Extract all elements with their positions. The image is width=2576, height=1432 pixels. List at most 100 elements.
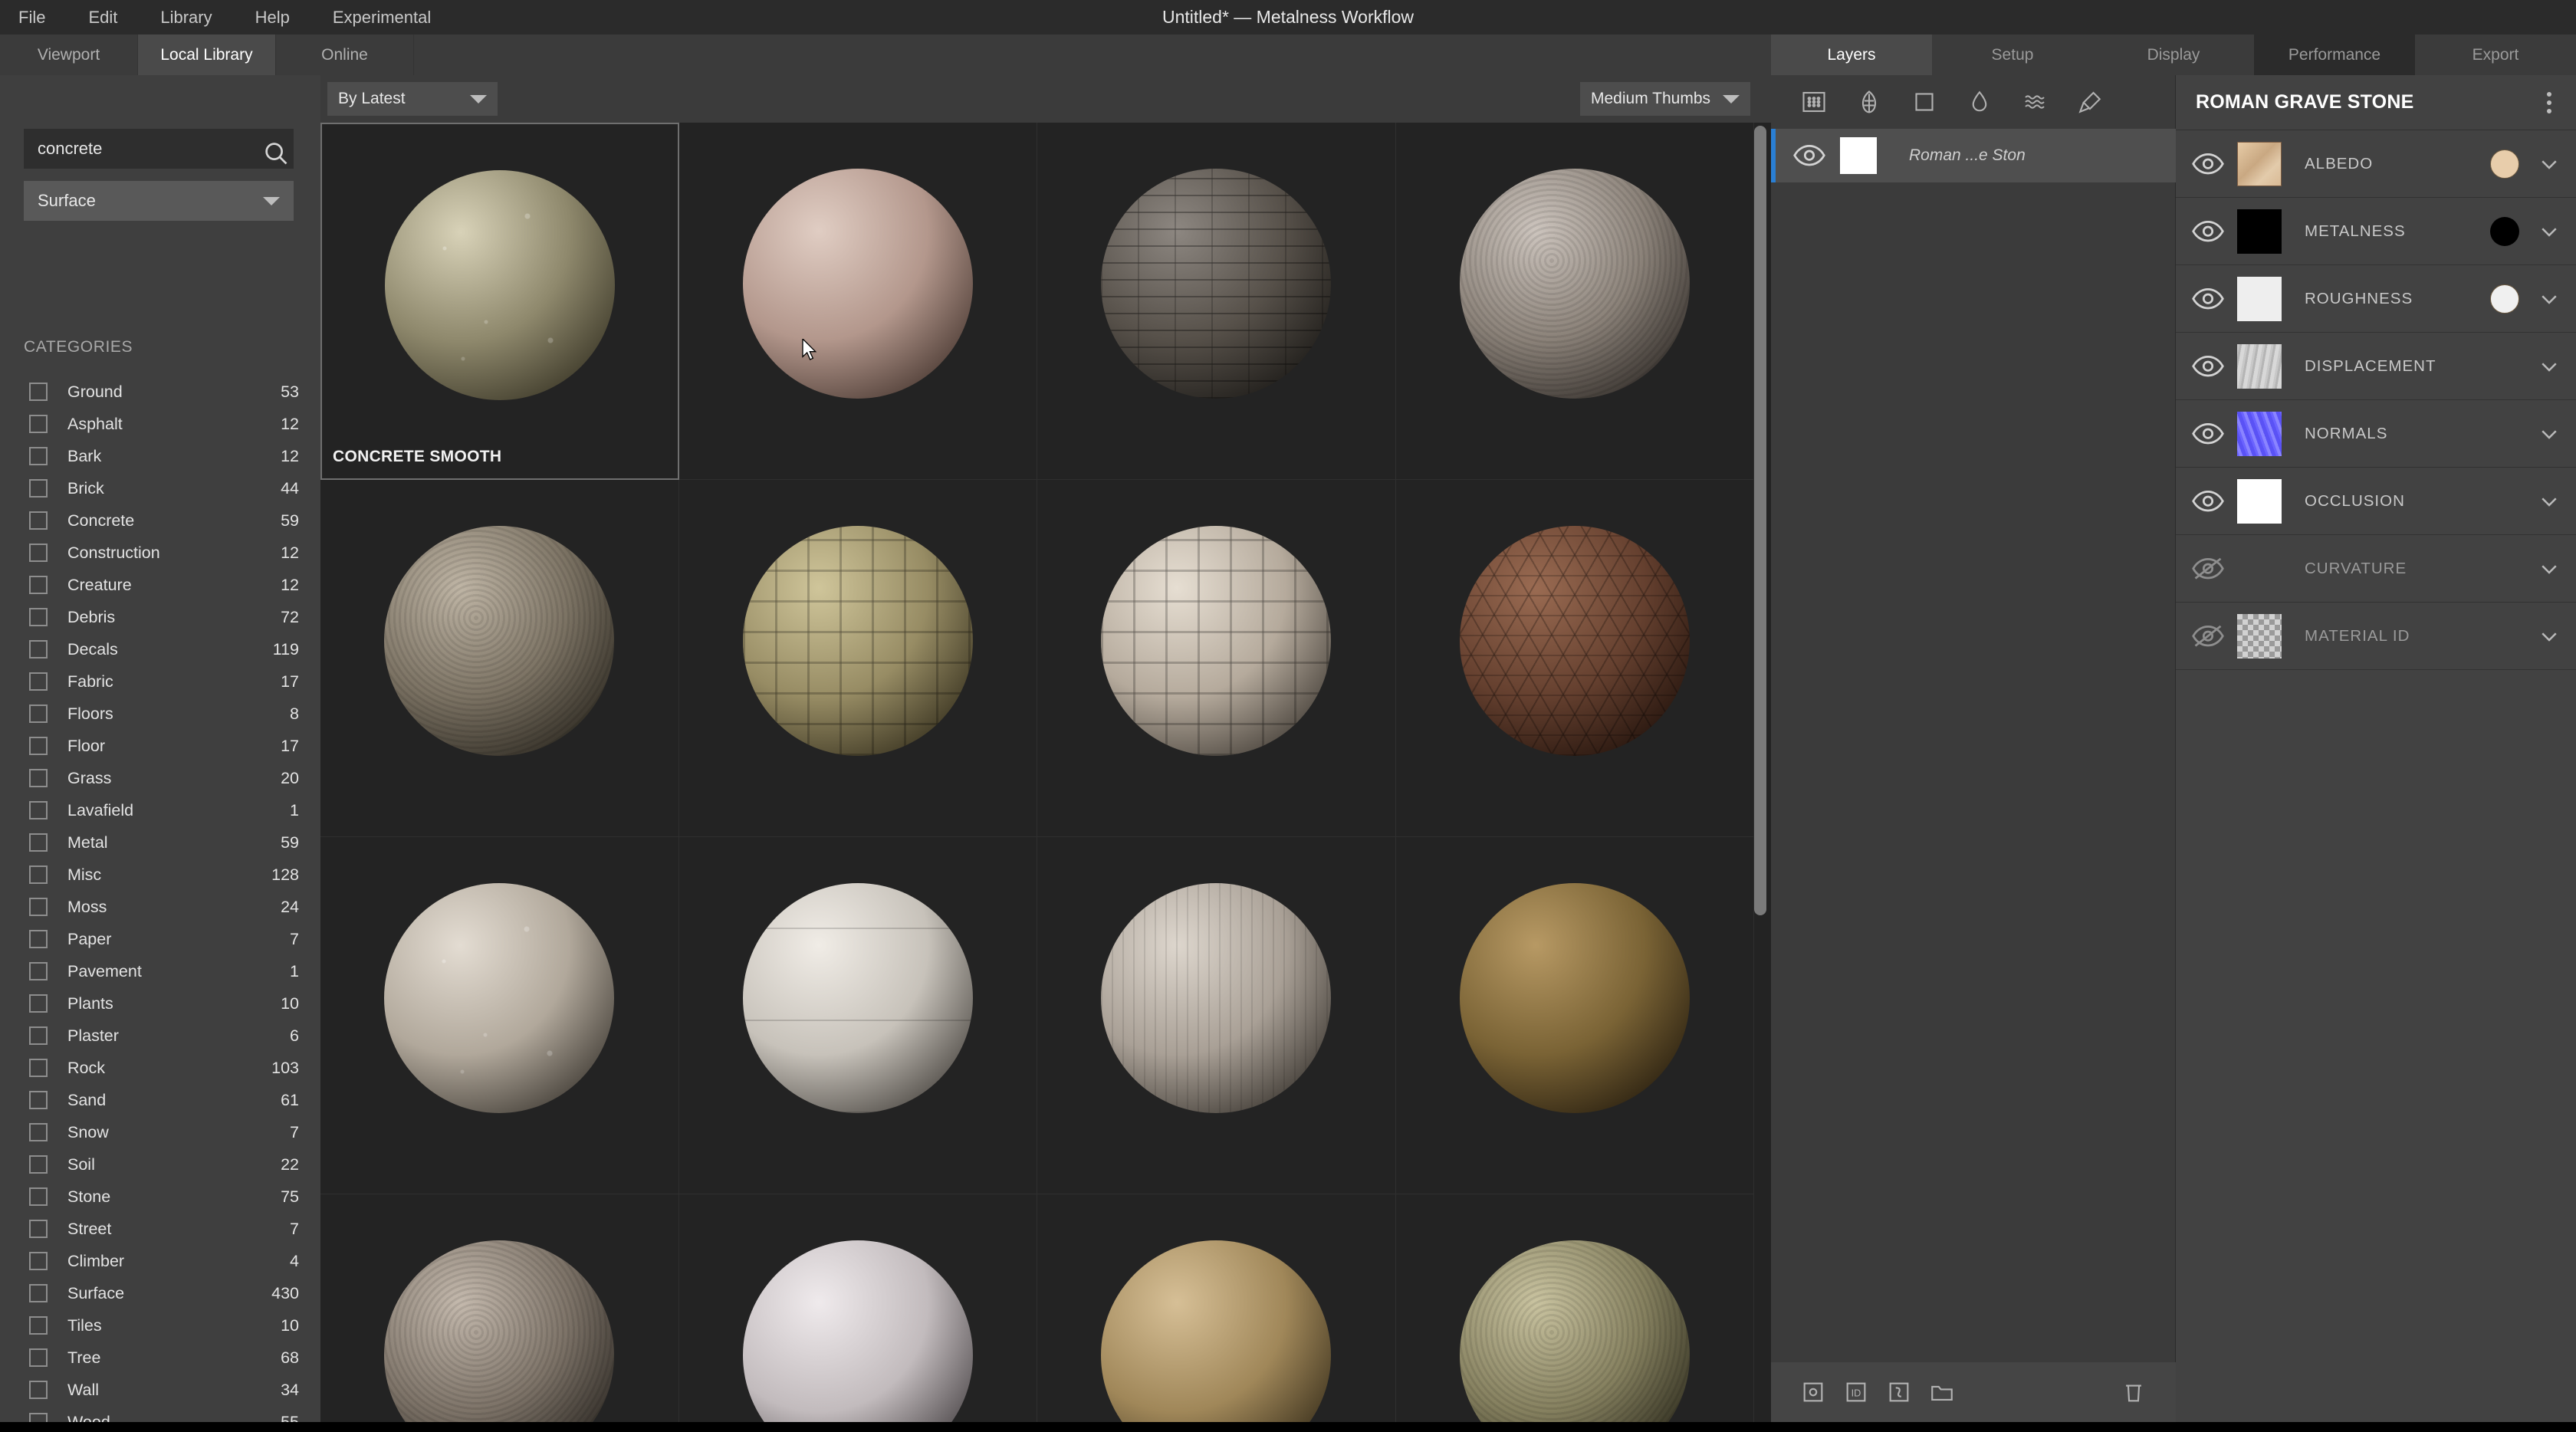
category-checkbox[interactable] bbox=[29, 1155, 48, 1174]
category-row[interactable]: Tree68 bbox=[0, 1342, 320, 1374]
material-cell[interactable] bbox=[1396, 480, 1755, 837]
channel-color-swatch[interactable] bbox=[2490, 149, 2519, 179]
category-checkbox[interactable] bbox=[29, 737, 48, 755]
channel-row[interactable]: ROUGHNESS bbox=[2176, 265, 2576, 333]
tab-performance[interactable]: Performance bbox=[2254, 34, 2415, 75]
material-cell[interactable] bbox=[320, 1194, 679, 1422]
waves-icon[interactable] bbox=[2021, 88, 2049, 116]
material-cell[interactable] bbox=[679, 837, 1038, 1194]
category-row[interactable]: Floor17 bbox=[0, 730, 320, 762]
category-row[interactable]: Surface430 bbox=[0, 1277, 320, 1309]
material-cell[interactable] bbox=[1396, 837, 1755, 1194]
material-id-icon[interactable]: ID bbox=[1843, 1379, 1869, 1405]
category-checkbox[interactable] bbox=[29, 479, 48, 498]
menu-item-library[interactable]: Library bbox=[160, 0, 212, 34]
category-row[interactable]: Wall34 bbox=[0, 1374, 320, 1406]
category-row[interactable]: Ground53 bbox=[0, 376, 320, 408]
chevron-down-icon[interactable] bbox=[2538, 422, 2561, 445]
channel-row[interactable]: OCCLUSION bbox=[2176, 468, 2576, 535]
material-browser[interactable]: CONCRETE SMOOTH bbox=[320, 123, 1771, 1422]
category-row[interactable]: Plants10 bbox=[0, 987, 320, 1020]
channel-row[interactable]: DISPLACEMENT bbox=[2176, 333, 2576, 400]
category-checkbox[interactable] bbox=[29, 1284, 48, 1302]
category-checkbox[interactable] bbox=[29, 544, 48, 562]
material-cell[interactable]: CONCRETE SMOOTH bbox=[320, 123, 679, 480]
category-row[interactable]: Asphalt12 bbox=[0, 408, 320, 440]
tab-display[interactable]: Display bbox=[2093, 34, 2254, 75]
material-cell[interactable] bbox=[1037, 837, 1396, 1194]
tab-export[interactable]: Export bbox=[2415, 34, 2576, 75]
category-row[interactable]: Misc128 bbox=[0, 859, 320, 891]
square-icon[interactable] bbox=[1911, 88, 1938, 116]
eye-icon[interactable] bbox=[1792, 144, 1826, 166]
menu-item-file[interactable]: File bbox=[18, 0, 45, 34]
category-row[interactable]: Rock103 bbox=[0, 1052, 320, 1084]
eye-icon[interactable] bbox=[2191, 220, 2225, 242]
category-row[interactable]: Tiles10 bbox=[0, 1309, 320, 1342]
category-checkbox[interactable] bbox=[29, 962, 48, 980]
tab-setup[interactable]: Setup bbox=[1932, 34, 2093, 75]
category-checkbox[interactable] bbox=[29, 1252, 48, 1270]
category-checkbox[interactable] bbox=[29, 898, 48, 916]
eye-icon[interactable] bbox=[2191, 287, 2225, 310]
thumb-size-dropdown[interactable]: Medium Thumbs bbox=[1580, 82, 1750, 116]
chevron-down-icon[interactable] bbox=[2538, 287, 2561, 310]
asset-type-dropdown[interactable]: Surface bbox=[24, 181, 294, 221]
curve-icon[interactable] bbox=[1886, 1379, 1912, 1405]
tab-viewport[interactable]: Viewport bbox=[0, 34, 138, 75]
material-cell[interactable] bbox=[1037, 480, 1396, 837]
channel-color-swatch[interactable] bbox=[2490, 284, 2519, 314]
browser-scrollbar[interactable] bbox=[1754, 126, 1766, 915]
category-checkbox[interactable] bbox=[29, 1220, 48, 1238]
tab-online[interactable]: Online bbox=[276, 34, 414, 75]
eye-icon[interactable] bbox=[2191, 422, 2225, 445]
material-cell[interactable] bbox=[679, 123, 1038, 480]
category-checkbox[interactable] bbox=[29, 801, 48, 819]
droplet-icon[interactable] bbox=[1966, 88, 1993, 116]
chevron-down-icon[interactable] bbox=[2538, 625, 2561, 648]
category-checkbox[interactable] bbox=[29, 1026, 48, 1045]
category-checkbox[interactable] bbox=[29, 994, 48, 1013]
category-checkbox[interactable] bbox=[29, 640, 48, 659]
category-row[interactable]: Sand61 bbox=[0, 1084, 320, 1116]
folder-icon[interactable] bbox=[1929, 1379, 1955, 1405]
eye-icon[interactable] bbox=[2191, 490, 2225, 512]
leaf-icon[interactable] bbox=[1855, 88, 1883, 116]
chevron-down-icon[interactable] bbox=[2538, 153, 2561, 176]
chevron-down-icon[interactable] bbox=[2538, 220, 2561, 243]
category-row[interactable]: Snow7 bbox=[0, 1116, 320, 1148]
search-input[interactable] bbox=[24, 139, 258, 159]
channel-color-swatch[interactable] bbox=[2490, 217, 2519, 246]
category-row[interactable]: Plaster6 bbox=[0, 1020, 320, 1052]
category-checkbox[interactable] bbox=[29, 705, 48, 723]
category-row[interactable]: Metal59 bbox=[0, 826, 320, 859]
category-checkbox[interactable] bbox=[29, 1381, 48, 1399]
trash-icon[interactable] bbox=[2121, 1379, 2147, 1405]
category-row[interactable]: Bark12 bbox=[0, 440, 320, 472]
chevron-down-icon[interactable] bbox=[2538, 557, 2561, 580]
search-box[interactable] bbox=[24, 129, 294, 169]
category-row[interactable]: Grass20 bbox=[0, 762, 320, 794]
menu-item-experimental[interactable]: Experimental bbox=[333, 0, 431, 34]
grid-icon[interactable] bbox=[1800, 88, 1828, 116]
kebab-menu-icon[interactable] bbox=[2542, 87, 2556, 118]
category-row[interactable]: Pavement1 bbox=[0, 955, 320, 987]
category-row[interactable]: Decals119 bbox=[0, 633, 320, 665]
category-checkbox[interactable] bbox=[29, 511, 48, 530]
category-row[interactable]: Concrete59 bbox=[0, 504, 320, 537]
tab-layers[interactable]: Layers bbox=[1771, 34, 1932, 75]
category-row[interactable]: Floors8 bbox=[0, 698, 320, 730]
category-row[interactable]: Stone75 bbox=[0, 1181, 320, 1213]
category-checkbox[interactable] bbox=[29, 930, 48, 948]
category-checkbox[interactable] bbox=[29, 1123, 48, 1141]
channel-row[interactable]: ALBEDO bbox=[2176, 130, 2576, 198]
sort-dropdown[interactable]: By Latest bbox=[327, 82, 498, 116]
material-cell[interactable] bbox=[679, 480, 1038, 837]
category-row[interactable]: Climber4 bbox=[0, 1245, 320, 1277]
eye-off-icon[interactable] bbox=[2191, 625, 2225, 647]
category-checkbox[interactable] bbox=[29, 1059, 48, 1077]
material-cell[interactable] bbox=[679, 1194, 1038, 1422]
category-row[interactable]: Creature12 bbox=[0, 569, 320, 601]
channel-row[interactable]: NORMALS bbox=[2176, 400, 2576, 468]
eye-off-icon[interactable] bbox=[2191, 557, 2225, 580]
